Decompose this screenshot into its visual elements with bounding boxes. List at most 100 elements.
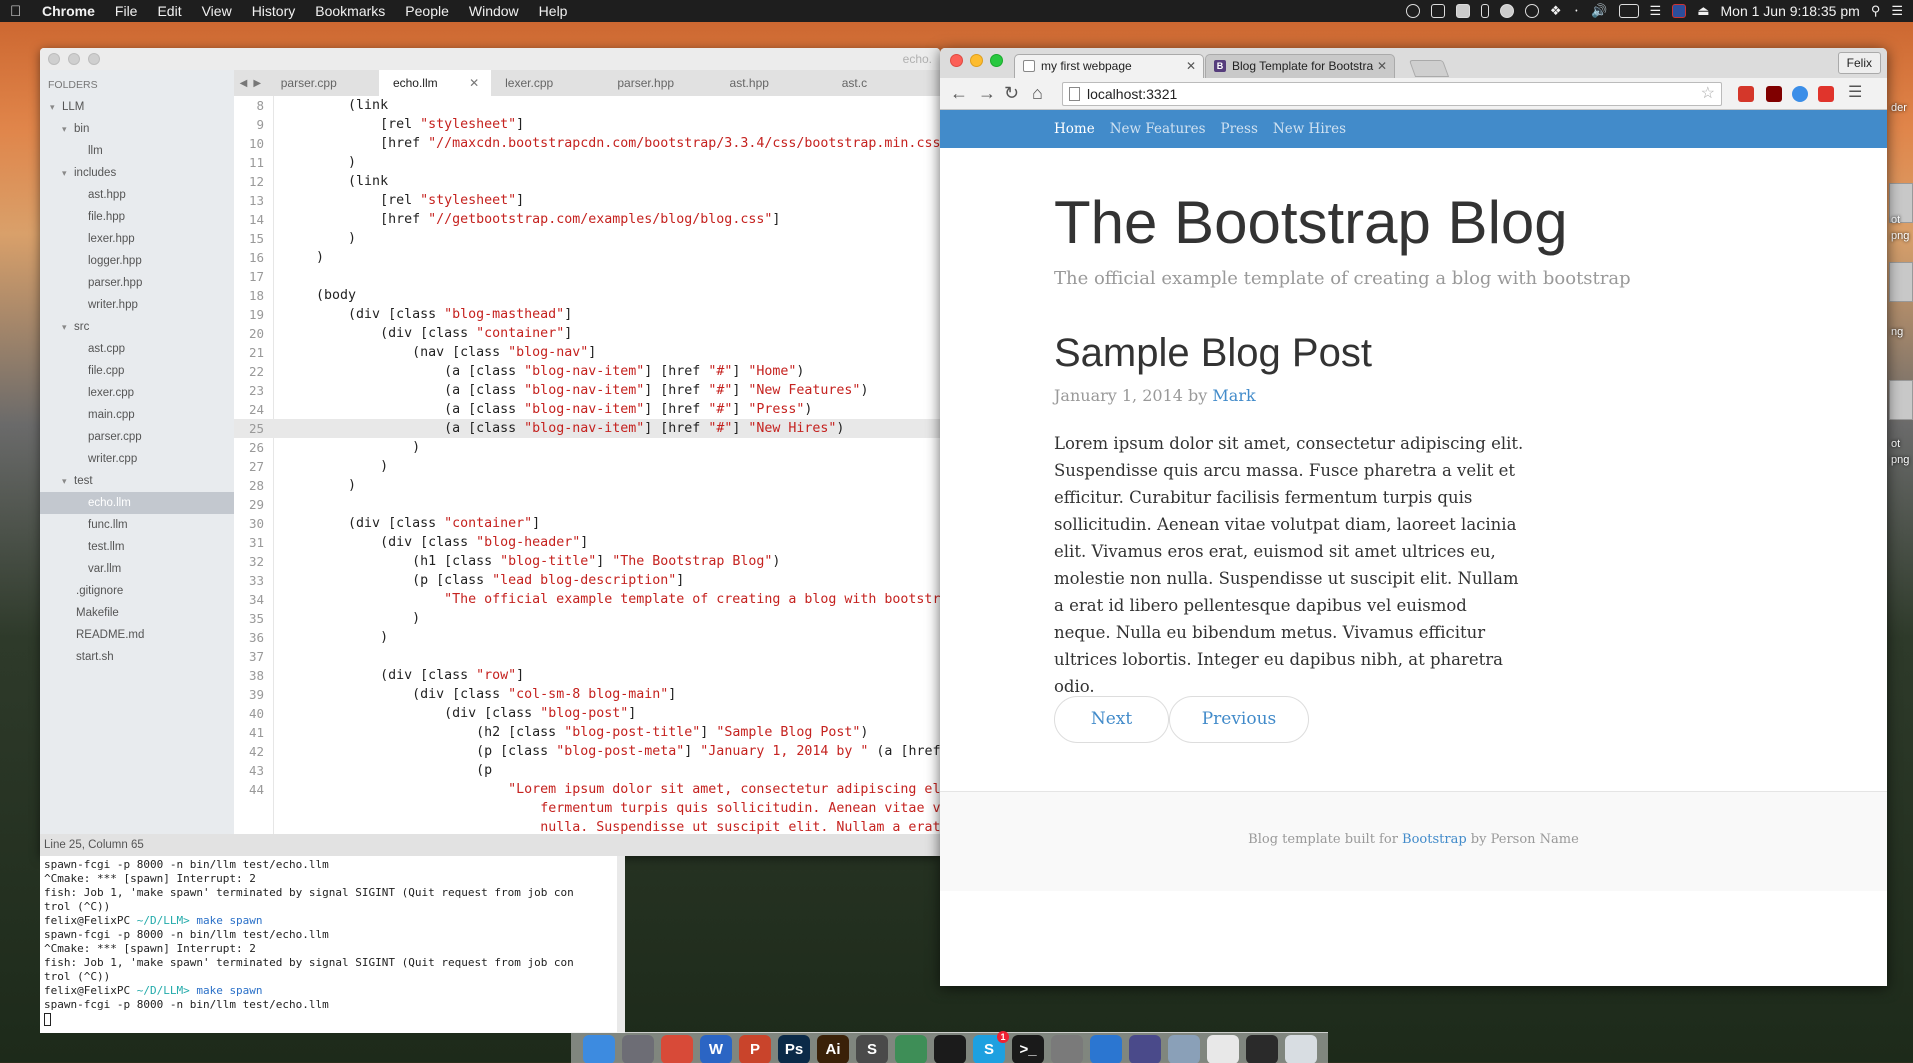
browser-tab-my-first-webpage[interactable]: my first webpage ✕ (1014, 54, 1204, 78)
tree-file[interactable]: lexer.hpp (40, 228, 234, 250)
tree-file[interactable]: README.md (40, 624, 234, 646)
disclosure-arrow-icon[interactable]: ▾ (62, 162, 67, 184)
nav-link-new-features[interactable]: New Features (1110, 110, 1206, 148)
desktop-file-thumbnail[interactable] (1889, 380, 1913, 420)
skype-dock-icon[interactable]: S1 (973, 1031, 1009, 1063)
minimize-window-button[interactable] (970, 54, 983, 67)
desktop-file-thumbnail[interactable] (1889, 262, 1913, 302)
zoom-window-button[interactable] (990, 54, 1003, 67)
editor-tab[interactable]: parser.hpp (603, 70, 715, 96)
menu-view[interactable]: View (192, 0, 242, 22)
nav-link-press[interactable]: Press (1221, 110, 1258, 148)
status-window-icon[interactable] (1430, 4, 1445, 18)
terminal-window[interactable]: spawn-fcgi -p 8000 -n bin/llm test/echo.… (40, 856, 625, 1033)
dropbox-icon[interactable]: ❖ (1550, 3, 1562, 19)
menu-app-name[interactable]: Chrome (32, 0, 105, 22)
tree-file[interactable]: Makefile (40, 602, 234, 624)
chrome-menu-icon[interactable]: ☰ (1848, 83, 1862, 103)
menubar-clock[interactable]: Mon 1 Jun 9:18:35 pm (1721, 3, 1860, 19)
tree-file[interactable]: parser.cpp (40, 426, 234, 448)
menu-bookmarks[interactable]: Bookmarks (305, 0, 395, 22)
tree-file[interactable]: logger.hpp (40, 250, 234, 272)
system-preferences-dock-icon[interactable] (1051, 1035, 1083, 1063)
tree-file[interactable]: file.cpp (40, 360, 234, 382)
illustrator-dock-icon[interactable]: Ai (817, 1035, 849, 1063)
disclosure-arrow-icon[interactable]: ▾ (62, 470, 67, 492)
minimize-window-button[interactable] (68, 53, 80, 65)
extension-puzzle-icon[interactable] (1818, 86, 1834, 102)
word-dock-icon[interactable]: W (700, 1035, 732, 1063)
notification-center-icon[interactable]: ☰ (1891, 3, 1903, 19)
time-machine-dock-icon[interactable] (1129, 1035, 1161, 1063)
pager-next-button[interactable]: Next (1054, 696, 1169, 743)
home-icon[interactable]: ⌂ (1032, 83, 1043, 103)
tree-file[interactable]: llm (40, 140, 234, 162)
tree-file[interactable]: file.hpp (40, 206, 234, 228)
close-tab-icon[interactable]: ✕ (1186, 55, 1196, 77)
status-battery-small-icon[interactable] (1480, 4, 1489, 18)
downloads-dock-icon[interactable] (1246, 1035, 1278, 1063)
close-window-button[interactable] (48, 53, 60, 65)
tree-file[interactable]: start.sh (40, 646, 234, 668)
menu-file[interactable]: File (105, 0, 148, 22)
extension-sync-icon[interactable] (1792, 86, 1808, 102)
close-tab-icon[interactable]: ✕ (1377, 55, 1387, 77)
footer-bootstrap-link[interactable]: Bootstrap (1402, 832, 1467, 847)
tree-file[interactable]: lexer.cpp (40, 382, 234, 404)
launchpad-dock-icon[interactable] (622, 1035, 654, 1063)
terminal-dock-icon[interactable]: >_ (1012, 1035, 1044, 1063)
editor-tab[interactable]: ast.c (828, 70, 940, 96)
new-tab-button[interactable] (1408, 60, 1450, 77)
zoom-window-button[interactable] (88, 53, 100, 65)
status-record-icon[interactable] (1499, 4, 1514, 18)
tree-file[interactable]: ast.cpp (40, 338, 234, 360)
documents-dock-icon[interactable] (1207, 1035, 1239, 1063)
tree-folder[interactable]: ▾ LLM (40, 96, 234, 118)
nav-link-new-hires[interactable]: New Hires (1273, 110, 1346, 148)
reload-icon[interactable]: ↻ (1004, 83, 1019, 103)
disclosure-arrow-icon[interactable]: ▾ (62, 118, 67, 140)
spotify-dock-icon[interactable] (934, 1035, 966, 1063)
tree-file[interactable]: writer.cpp (40, 448, 234, 470)
tree-folder[interactable]: ▾ src (40, 316, 234, 338)
address-bar[interactable]: localhost:3321 ☆ (1062, 82, 1722, 106)
atom-dock-icon[interactable] (895, 1035, 927, 1063)
spotlight-search-icon[interactable]: ⚲ (1871, 3, 1881, 19)
sublime-dock-icon[interactable]: S (856, 1035, 888, 1063)
tree-file[interactable]: test.llm (40, 536, 234, 558)
tree-folder[interactable]: ▾ bin (40, 118, 234, 140)
tree-file[interactable]: parser.hpp (40, 272, 234, 294)
tree-folder[interactable]: ▾ test (40, 470, 234, 492)
editor-tab[interactable]: echo.llm ✕ (378, 70, 492, 96)
display-mirror-icon[interactable] (1618, 4, 1639, 18)
pager-previous-button[interactable]: Previous (1169, 696, 1309, 743)
tree-file[interactable]: var.llm (40, 558, 234, 580)
menu-help[interactable]: Help (529, 0, 578, 22)
chrome-dock-icon[interactable] (661, 1035, 693, 1063)
code-view[interactable]: 8 (link 9 [rel "stylesheet"] 10 [href "//m… (234, 96, 940, 834)
finder-dock-icon[interactable] (583, 1035, 615, 1063)
bluetooth-icon[interactable]: ᛫ (1573, 4, 1581, 19)
bookmark-star-icon[interactable]: ☆ (1701, 83, 1715, 105)
editor-tab[interactable]: parser.cpp (267, 70, 379, 96)
menu-people[interactable]: People (395, 0, 459, 22)
powerpoint-dock-icon[interactable]: P (739, 1035, 771, 1063)
apple-icon[interactable]:  (10, 3, 32, 20)
status-sync-icon[interactable] (1524, 4, 1539, 18)
wifi-icon[interactable]: ☰ (1650, 3, 1662, 19)
editor-tab[interactable]: ast.hpp (716, 70, 828, 96)
tree-file[interactable]: main.cpp (40, 404, 234, 426)
tab-next-icon[interactable]: ▶ (253, 78, 261, 89)
back-arrow-icon[interactable]: ← (950, 83, 968, 103)
disclosure-arrow-icon[interactable]: ▾ (62, 316, 67, 338)
eject-icon[interactable]: ⏏ (1697, 3, 1709, 19)
profile-button[interactable]: Felix (1837, 52, 1881, 74)
menu-window[interactable]: Window (459, 0, 529, 22)
photoshop-dock-icon[interactable]: Ps (778, 1035, 810, 1063)
browser-tab-blog-template[interactable]: B Blog Template for Bootstra ✕ (1205, 54, 1395, 78)
close-tab-icon[interactable]: ✕ (469, 70, 479, 96)
ublock-origin-icon[interactable] (1766, 86, 1782, 102)
tree-file[interactable]: .gitignore (40, 580, 234, 602)
editor-tab[interactable]: lexer.cpp (491, 70, 603, 96)
page-info-icon[interactable] (1069, 87, 1080, 101)
